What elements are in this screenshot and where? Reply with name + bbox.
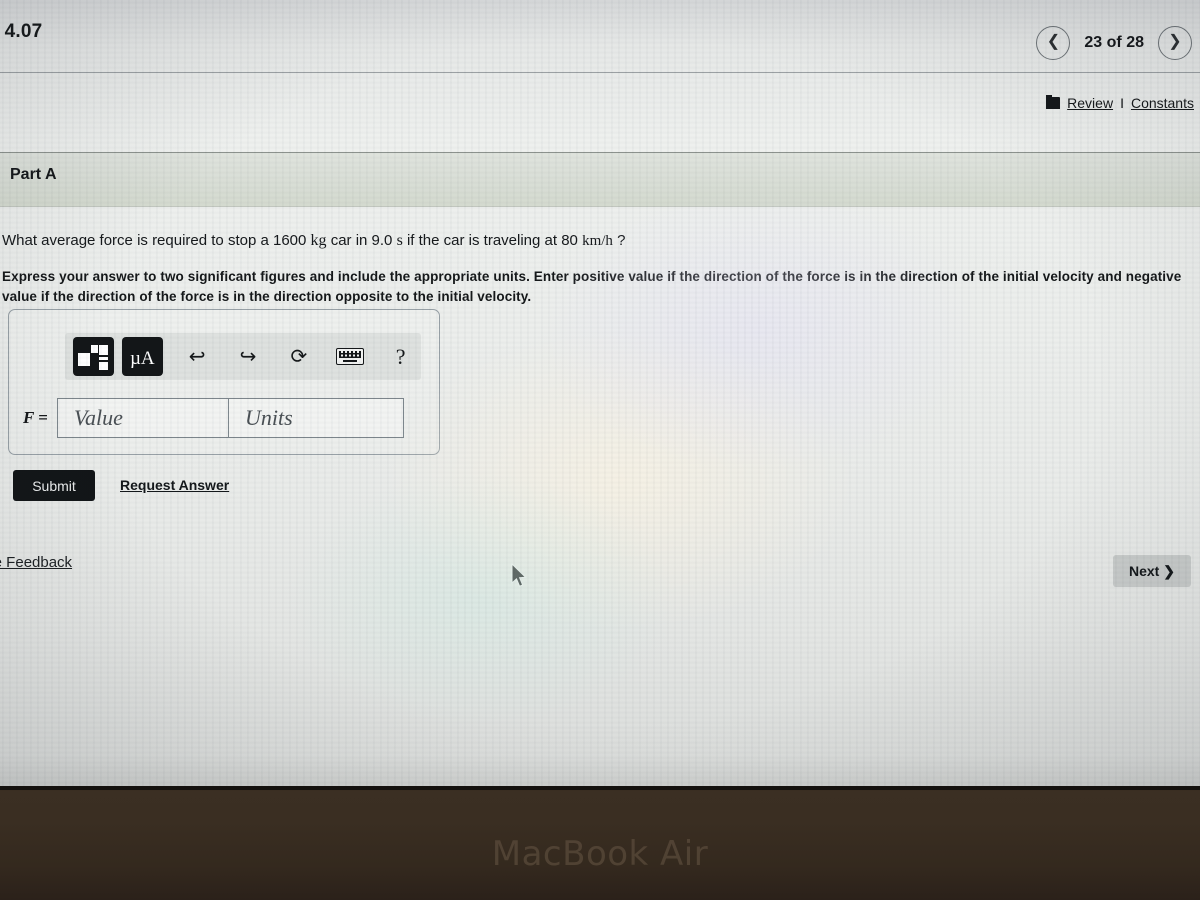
- next-button[interactable]: Next ❯: [1113, 555, 1191, 587]
- constants-link[interactable]: Constants: [1131, 95, 1194, 111]
- laptop-photo: m 4.07 ❮ 23 of 28 ❯ Review I Constants P…: [0, 0, 1200, 900]
- laptop-screen: m 4.07 ❮ 23 of 28 ❯ Review I Constants P…: [0, 0, 1200, 786]
- question-suffix: ?: [617, 232, 626, 249]
- page-counter: 23 of 28: [1084, 34, 1144, 51]
- pagination: ❮ 23 of 28 ❯: [1036, 26, 1192, 60]
- link-separator: I: [1120, 95, 1124, 111]
- question-prefix: What average force is required to stop a…: [2, 232, 307, 249]
- answer-input-row: F = Value Units: [23, 398, 404, 438]
- instructions-text: Express your answer to two significant f…: [2, 269, 1182, 304]
- part-header-band: [0, 152, 1200, 207]
- book-icon: [1046, 95, 1061, 109]
- bezel-edge: [0, 786, 1200, 790]
- unit-speed-denominator: h: [605, 233, 613, 249]
- mouse-cursor-icon: [511, 563, 527, 587]
- problem-title: m 4.07: [0, 21, 43, 42]
- unit-speed: km/h: [582, 233, 613, 249]
- review-constants-row: Review I Constants: [1046, 95, 1194, 111]
- unit-speed-numerator: km: [582, 233, 602, 249]
- micro-angstrom-units-icon[interactable]: µA: [121, 337, 163, 376]
- chevron-right-icon[interactable]: ❯: [1158, 26, 1192, 60]
- value-input[interactable]: Value: [56, 398, 229, 438]
- redo-arrow-icon[interactable]: ↪: [228, 337, 269, 376]
- math-toolbar: µA ↩ ↪ ⟳ ?: [65, 333, 421, 380]
- laptop-bezel: MacBook Air: [0, 786, 1200, 900]
- mastering-physics-page: m 4.07 ❮ 23 of 28 ❯ Review I Constants P…: [0, 0, 1200, 786]
- keyboard-icon[interactable]: [329, 337, 370, 376]
- reset-circle-icon[interactable]: ⟳: [278, 337, 319, 376]
- submit-button[interactable]: Submit: [13, 470, 95, 501]
- request-answer-link[interactable]: Request Answer: [120, 477, 229, 493]
- chevron-left-icon[interactable]: ❮: [1036, 26, 1071, 60]
- device-brand-label: MacBook Air: [491, 834, 709, 874]
- top-bar: m 4.07 ❮ 23 of 28 ❯: [0, 0, 1200, 73]
- units-input[interactable]: Units: [228, 398, 404, 438]
- question-mid-1: car in 9.0: [330, 232, 393, 249]
- unit-time: s: [396, 232, 403, 249]
- provide-feedback-link[interactable]: ide Feedback: [0, 554, 72, 571]
- units-button-label: µA: [129, 348, 155, 369]
- question-mid-2: if the car is traveling at 80: [406, 232, 578, 249]
- unit-mass: kg: [310, 232, 327, 249]
- part-label: Part A: [10, 166, 57, 183]
- math-template-icon[interactable]: [73, 337, 114, 376]
- review-link[interactable]: Review: [1067, 95, 1113, 111]
- question-text: What average force is required to stop a…: [2, 231, 1192, 251]
- answer-entry-box: µA ↩ ↪ ⟳ ? F = Value Units: [8, 309, 440, 455]
- undo-arrow-icon[interactable]: ↩: [177, 337, 218, 376]
- variable-label: F =: [23, 408, 48, 427]
- question-mark-icon[interactable]: ?: [380, 337, 421, 376]
